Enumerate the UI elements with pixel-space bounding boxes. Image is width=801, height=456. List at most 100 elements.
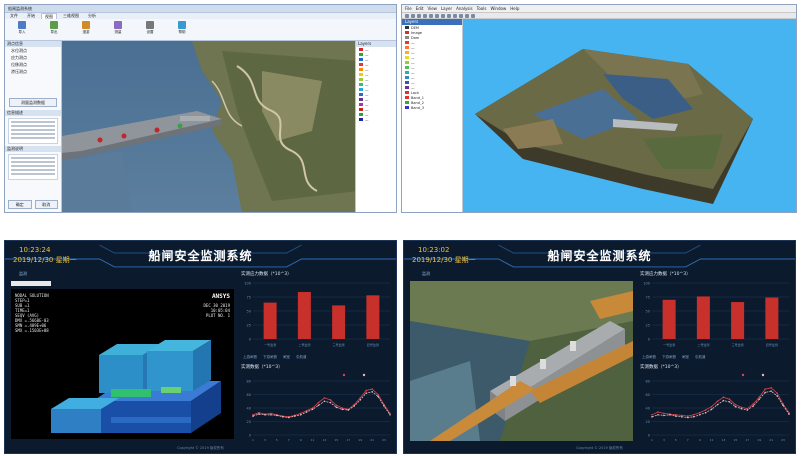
layer-item[interactable]: Band_3	[402, 105, 462, 110]
tool-button[interactable]	[423, 14, 427, 18]
measure-data-button[interactable]: 测量监测数据	[9, 98, 57, 107]
tab-file[interactable]: 文件	[7, 13, 21, 19]
x-tick-label: 23	[382, 438, 386, 442]
x-tick-label: 四号监测	[367, 342, 379, 347]
dashboard-ansys: 10:23:24 2019/12/30 星期一 船闸安全监测系统 监测 ANSY…	[4, 240, 397, 454]
subtab-lower-head[interactable]: 下游闸首	[263, 355, 277, 360]
data-point	[692, 413, 695, 416]
y-tick-label: 0	[648, 338, 650, 342]
data-point	[663, 412, 665, 415]
bar	[332, 305, 346, 339]
subtab-lock-chamber[interactable]: 闸室	[682, 355, 689, 360]
tool-button[interactable]	[417, 14, 421, 18]
export-button[interactable]: 导出	[41, 21, 67, 38]
data-point	[347, 409, 350, 411]
subtab-approach-channel[interactable]: 引航道	[695, 355, 706, 360]
dashboard-lock-3d: 10:23:02 2019/12/30 星期一 船闸安全监测系统 监测 实测应力…	[403, 240, 796, 454]
tab-3d-view[interactable]: 三维视图	[60, 13, 82, 19]
menu-window[interactable]: Window	[490, 5, 506, 12]
settings-button[interactable]: 设置	[137, 21, 163, 38]
data-point	[728, 398, 731, 401]
data-point	[752, 403, 755, 405]
help-icon	[178, 21, 186, 29]
data-point	[299, 413, 302, 416]
menu-tools[interactable]: Tools	[477, 5, 487, 12]
tool-button[interactable]	[405, 14, 409, 18]
data-point	[716, 400, 719, 403]
ok-button[interactable]: 确定	[8, 200, 32, 209]
data-point	[663, 414, 665, 417]
bar-chart: 0 25 50 75 100 一号监测 二号监测 三号监测 四号监测	[643, 282, 789, 347]
ansys-fem-view[interactable]: ANSYS NODAL SOLUTION STEP=1 SUB =1 TIME=…	[11, 289, 234, 439]
data-point	[377, 393, 379, 396]
subtab-lock-chamber[interactable]: 闸室	[283, 355, 290, 360]
menu-edit[interactable]: Edit	[416, 5, 424, 12]
cancel-button[interactable]: 取消	[34, 200, 58, 209]
y-tick-label: 0	[249, 338, 251, 342]
menu-help[interactable]: Help	[510, 5, 519, 12]
tree-item[interactable]: 渗压测点	[5, 68, 61, 75]
x-tick-label: 19	[358, 438, 362, 442]
menu-file[interactable]: File	[405, 5, 412, 12]
roam-button[interactable]: 漫游	[73, 21, 99, 38]
gear-icon	[146, 21, 154, 29]
3d-dam-scene[interactable]	[62, 41, 358, 212]
tool-button[interactable]	[429, 14, 433, 18]
info-text-area[interactable]	[8, 118, 58, 144]
measure-button[interactable]: 测量	[105, 21, 131, 38]
gis-terrain-view[interactable]	[463, 19, 796, 212]
help-button[interactable]: 帮助	[169, 21, 195, 38]
lock-3d-view[interactable]	[410, 281, 633, 441]
tab-view[interactable]: 视图	[41, 13, 57, 19]
series-line	[651, 387, 790, 417]
subtab-upper-head[interactable]: 上游闸首	[642, 355, 656, 360]
subtab-lower-head[interactable]: 下游闸首	[662, 355, 676, 360]
window-titlebar: 船闸监测系统	[5, 5, 396, 13]
tree-item[interactable]: 位移测点	[5, 61, 61, 68]
data-point	[389, 413, 391, 416]
menu-layer[interactable]: Layer	[441, 5, 452, 12]
subtab-upper-head[interactable]: 上游闸首	[243, 355, 257, 360]
notes-text-area[interactable]	[8, 154, 58, 180]
data-point	[669, 413, 671, 416]
tool-button[interactable]	[435, 14, 439, 18]
line-chart: 0204060801 3 5 7 9 11 13 15 17 19 21 23	[646, 373, 790, 442]
tab-monitor[interactable]: 监测	[19, 271, 27, 277]
tool-button[interactable]	[453, 14, 457, 18]
tool-button[interactable]	[471, 14, 475, 18]
x-tick-label: 二号监测	[697, 342, 709, 347]
menu-view[interactable]: View	[427, 5, 437, 12]
tool-button[interactable]	[459, 14, 463, 18]
tree-item[interactable]: 水位测点	[5, 47, 61, 54]
subtab-approach-channel[interactable]: 引航道	[296, 355, 307, 360]
data-point	[740, 407, 743, 410]
data-point	[270, 413, 272, 416]
search-input[interactable]	[11, 281, 51, 286]
tab-monitor[interactable]: 监测	[422, 271, 430, 277]
page-title: 船闸安全监测系统	[547, 249, 652, 263]
import-button[interactable]: 导入	[9, 21, 35, 38]
tool-button[interactable]	[447, 14, 451, 18]
x-tick-label: 23	[781, 438, 785, 442]
data-point	[359, 397, 362, 399]
ribbon-toolbar: 导入 导出 漫游 测量 设置 帮助	[5, 19, 396, 41]
x-tick-label: 5	[276, 438, 278, 442]
data-point	[335, 406, 338, 409]
y-tick-label: 20	[247, 420, 251, 424]
y-tick-label: 25	[646, 324, 650, 328]
x-tick-label: 17	[745, 438, 749, 442]
y-tick-label: 60	[646, 393, 650, 397]
tab-analysis[interactable]: 分析	[85, 13, 99, 19]
data-point	[734, 403, 737, 406]
data-point	[686, 416, 689, 419]
menu-analysis[interactable]: Analysis	[456, 5, 472, 12]
tool-button[interactable]	[441, 14, 445, 18]
legend-marker	[362, 373, 366, 377]
tool-button[interactable]	[411, 14, 415, 18]
tree-item[interactable]: 应力测点	[5, 54, 61, 61]
tab-home[interactable]: 开始	[24, 13, 38, 19]
menu-bar: File Edit View Layer Analysis Tools Wind…	[402, 5, 796, 13]
tool-button[interactable]	[465, 14, 469, 18]
bar	[696, 296, 710, 339]
roam-icon	[82, 21, 90, 29]
